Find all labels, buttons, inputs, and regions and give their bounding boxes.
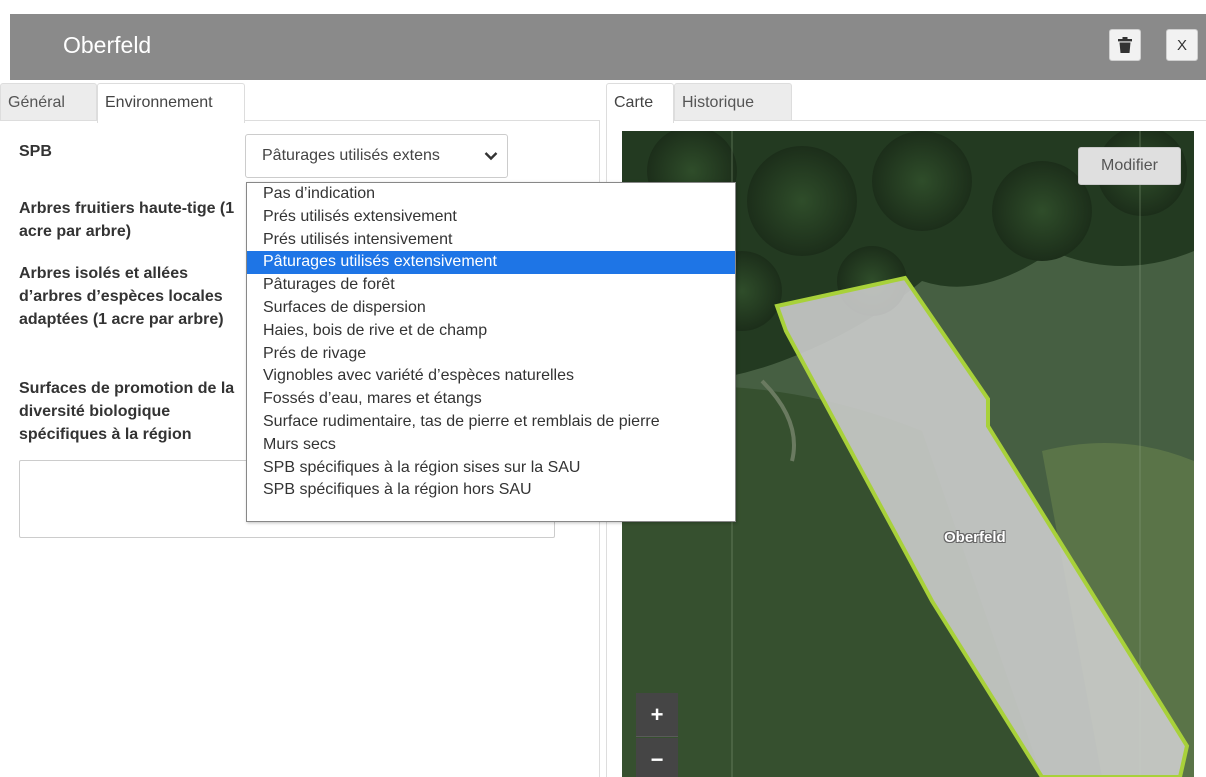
- dialog-title: Oberfeld: [63, 32, 152, 58]
- dropdown-option[interactable]: Surface rudimentaire, tas de pierre et r…: [247, 411, 735, 434]
- isolated-trees-label: Arbres isolés et allées d’arbres d’espèc…: [19, 265, 224, 328]
- spb-select-value: Pâturages utilisés extens: [262, 147, 440, 164]
- dropdown-option[interactable]: SPB spécifiques à la région sises sur la…: [247, 457, 735, 480]
- dropdown-option[interactable]: Vignobles avec variété d’espèces naturel…: [247, 365, 735, 388]
- dropdown-option[interactable]: Pas d’indication: [247, 183, 735, 206]
- spb-select[interactable]: Pâturages utilisés extens: [245, 134, 508, 178]
- dropdown-option[interactable]: Surfaces de dispersion: [247, 297, 735, 320]
- dropdown-option[interactable]: Prés utilisés extensivement: [247, 206, 735, 229]
- close-button[interactable]: X: [1166, 29, 1198, 61]
- spb-label: SPB: [19, 143, 52, 160]
- dropdown-option[interactable]: Haies, bois de rive et de champ: [247, 320, 735, 343]
- zoom-out-button[interactable]: −: [636, 738, 678, 777]
- dropdown-option[interactable]: SPB spécifiques à la région hors SAU: [247, 479, 735, 502]
- regional-surfaces-label: Surfaces de promotion de la diversité bi…: [19, 380, 235, 443]
- dropdown-option[interactable]: Fossés d’eau, mares et étangs: [247, 388, 735, 411]
- dropdown-option-selected[interactable]: Pâturages utilisés extensivement: [247, 251, 735, 275]
- dropdown-option[interactable]: Murs secs: [247, 434, 735, 457]
- dialog-header: Oberfeld X: [10, 14, 1206, 80]
- field-label: Oberfeld: [944, 529, 1006, 546]
- chevron-down-icon: [483, 135, 499, 177]
- tab-general[interactable]: Général: [0, 83, 97, 121]
- delete-button[interactable]: [1109, 29, 1141, 61]
- map-modify-button[interactable]: Modifier: [1078, 147, 1181, 185]
- dropdown-option[interactable]: Prés utilisés intensivement: [247, 229, 735, 252]
- spb-dropdown-list: Pas d’indication Prés utilisés extensive…: [246, 182, 736, 522]
- dropdown-option[interactable]: Prés de rivage: [247, 343, 735, 366]
- zoom-in-button[interactable]: +: [636, 693, 678, 737]
- tab-carte[interactable]: Carte: [606, 83, 674, 123]
- trash-icon: [1118, 37, 1132, 53]
- fruit-trees-label: Arbres fruitiers haute-tige (1 acre par …: [19, 200, 235, 240]
- tab-environnement[interactable]: Environnement: [97, 83, 245, 123]
- tab-historique[interactable]: Historique: [674, 83, 792, 121]
- dropdown-option[interactable]: Pâturages de forêt: [247, 274, 735, 297]
